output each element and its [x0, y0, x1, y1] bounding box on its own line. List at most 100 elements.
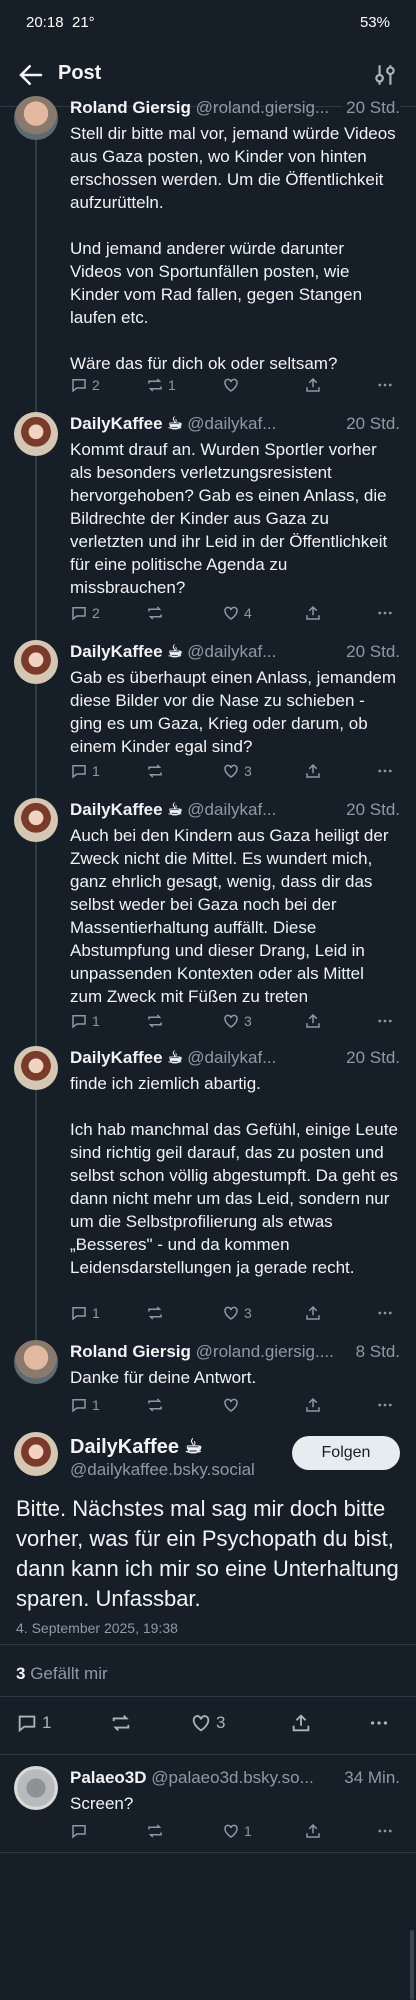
author-handle[interactable]: @palaeo3d.bsky.so... [151, 1768, 313, 1787]
more-icon [378, 1829, 392, 1833]
author-handle[interactable]: @dailykaf... [187, 642, 276, 661]
likes-summary[interactable]: 3 Gefällt mir [16, 1664, 108, 1684]
repost-button[interactable] [146, 604, 168, 622]
author-name[interactable]: Palaeo3D [70, 1768, 147, 1787]
heart-icon [192, 1715, 210, 1732]
more-button[interactable] [376, 1304, 394, 1322]
like-button[interactable]: 3 [222, 1304, 252, 1322]
focused-post-actions: 1 3 [0, 1712, 416, 1738]
page-title: Post [58, 62, 102, 84]
like-button[interactable] [222, 376, 244, 394]
repost-button[interactable] [146, 1822, 164, 1840]
author-name[interactable]: DailyKaffee ☕︎ [70, 642, 183, 661]
avatar[interactable] [14, 1766, 58, 1810]
avatar[interactable] [14, 1340, 58, 1384]
repost-icon [148, 378, 162, 392]
more-icon [378, 1403, 392, 1407]
heart-icon [224, 606, 238, 620]
avatar[interactable] [14, 640, 58, 684]
more-button[interactable] [376, 376, 394, 394]
more-button[interactable] [376, 762, 394, 780]
author-name[interactable]: DailyKaffee ☕︎ [70, 414, 183, 433]
share-button[interactable] [304, 1822, 322, 1840]
more-button[interactable] [376, 1012, 394, 1030]
repost-button[interactable] [146, 762, 168, 780]
like-button[interactable]: 3 [222, 1012, 252, 1030]
reply-button[interactable]: 1 [70, 1012, 100, 1030]
repost-button[interactable] [146, 1304, 168, 1322]
reply-button[interactable] [70, 1822, 88, 1840]
avatar[interactable] [14, 798, 58, 842]
author-handle[interactable]: @roland.giersig... [196, 98, 330, 117]
repost-icon [148, 764, 162, 778]
post-header: DailyKaffee ☕︎ @dailykaf... 20 Std. [70, 414, 400, 434]
post-header: Roland Giersig @roland.giersig... 20 Std… [70, 98, 400, 118]
author-name[interactable]: Roland Giersig [70, 1342, 191, 1361]
reply-button[interactable]: 2 [70, 604, 100, 622]
like-count: 1 [244, 1823, 252, 1839]
reply-count: 1 [92, 1397, 100, 1413]
heart-icon [224, 1824, 238, 1838]
share-button[interactable] [304, 376, 322, 394]
share-button[interactable] [304, 1304, 322, 1322]
reply-button[interactable]: 1 [70, 1396, 100, 1414]
post-time: 20 Std. [342, 98, 400, 118]
like-count: 3 [216, 1713, 226, 1732]
scrollbar[interactable] [410, 1930, 414, 2000]
post-actions: 1 3 [70, 1012, 400, 1034]
author-handle[interactable]: @dailykaf... [187, 800, 276, 819]
focused-author-handle[interactable]: @dailykaffee.bsky.social [70, 1460, 255, 1480]
share-icon [306, 1305, 320, 1320]
share-button[interactable] [304, 604, 322, 622]
reply-button[interactable]: 2 [70, 376, 100, 394]
more-button[interactable] [376, 1822, 394, 1840]
avatar[interactable] [14, 412, 58, 456]
post-actions: 2 1 [70, 376, 400, 398]
avatar[interactable] [14, 96, 58, 140]
share-button[interactable] [304, 1012, 322, 1030]
follow-button[interactable]: Folgen [292, 1436, 400, 1470]
share-button[interactable] [304, 1396, 322, 1414]
reply-icon [72, 765, 86, 779]
author-name[interactable]: DailyKaffee ☕︎ [70, 1048, 183, 1067]
heart-icon [224, 378, 238, 392]
repost-button[interactable]: 1 [146, 376, 176, 394]
more-icon [378, 1019, 392, 1023]
author-handle[interactable]: @dailykaf... [187, 414, 276, 433]
more-button[interactable] [376, 604, 394, 622]
focused-author-name[interactable]: DailyKaffee ☕︎ [70, 1434, 202, 1459]
reply-button[interactable]: 1 [70, 762, 100, 780]
author-name[interactable]: Roland Giersig [70, 98, 191, 117]
like-button[interactable]: 3 [190, 1712, 225, 1734]
heart-icon [224, 1306, 238, 1320]
reply-button[interactable]: 1 [70, 1304, 100, 1322]
more-icon [378, 769, 392, 773]
more-button[interactable] [376, 1396, 394, 1414]
repost-button[interactable] [146, 1012, 168, 1030]
thread-settings-icon[interactable] [372, 62, 398, 88]
like-button[interactable]: 3 [222, 762, 252, 780]
repost-icon [112, 1715, 130, 1731]
like-button[interactable]: 4 [222, 604, 252, 622]
share-icon [306, 1013, 320, 1028]
post-actions: 1 3 [70, 762, 400, 784]
author-name[interactable]: DailyKaffee ☕︎ [70, 800, 183, 819]
reply-button[interactable]: 1 [16, 1712, 51, 1734]
focused-post-text: Bitte. Nächstes mal sag mir doch bitte v… [16, 1496, 405, 1611]
share-button[interactable] [304, 762, 322, 780]
reply-icon [72, 1307, 86, 1321]
repost-button[interactable] [110, 1712, 132, 1734]
reply-icon [72, 1015, 86, 1029]
author-handle[interactable]: @roland.giersig.... [196, 1342, 334, 1361]
repost-button[interactable] [146, 1396, 168, 1414]
avatar[interactable] [14, 1432, 58, 1476]
share-icon [306, 1823, 320, 1838]
avatar[interactable] [14, 1046, 58, 1090]
author-handle[interactable]: @dailykaf... [187, 1048, 276, 1067]
share-button[interactable] [290, 1712, 312, 1734]
more-button[interactable] [368, 1712, 390, 1734]
like-button[interactable]: 1 [222, 1822, 252, 1840]
like-button[interactable] [222, 1396, 244, 1414]
post-time: 20 Std. [342, 800, 400, 820]
back-arrow-icon[interactable] [16, 60, 46, 90]
